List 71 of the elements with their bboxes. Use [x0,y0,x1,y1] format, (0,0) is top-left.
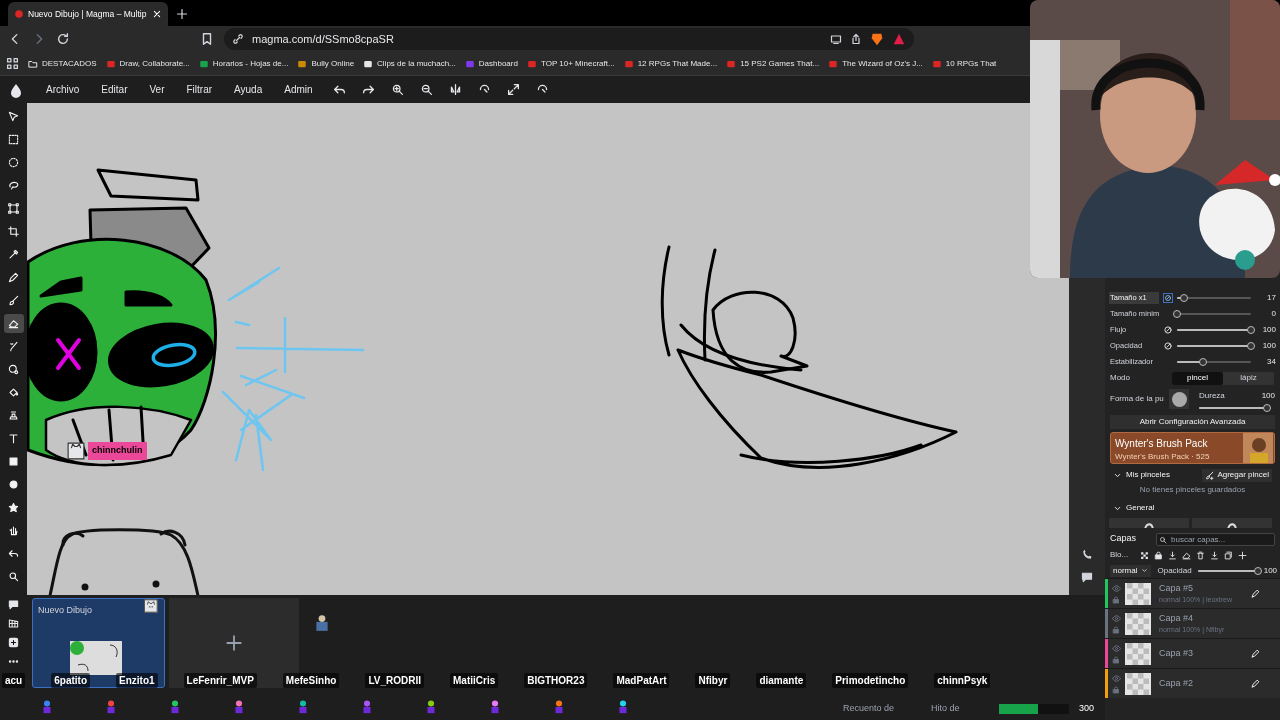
bookmark-link[interactable]: Bully Online [297,57,355,70]
username-label: 6patito [51,673,90,688]
setting-value: 100 [1261,324,1276,336]
setting-label: Dureza [1199,389,1225,402]
panel-title: Capas [1110,532,1137,546]
layer-name: Capa #5 [1159,581,1195,595]
mode-tab[interactable]: pincel [1172,371,1223,385]
status-value: 300 [1079,702,1095,715]
address-field[interactable]: magma.com/d/SSmo8cpaSR [224,28,914,50]
bookmark-link[interactable]: 15 PS2 Games That... [726,57,820,70]
menu-item[interactable]: Ver [141,80,173,99]
promo-title: Wynter's Brush Pack [1115,437,1209,451]
bookmark-link[interactable]: TOP 10+ Minecraft... [526,57,615,70]
username-label: Nfibyr [695,673,731,688]
username-label: LeFenrir_MVP [183,673,257,688]
browser-tab[interactable]: Nuevo Dibujo | Magma – Multip [8,2,168,26]
mode-tab[interactable]: lápiz [1223,371,1274,385]
setting-value: 17 [1266,292,1276,304]
cursor-label: chinnchulin [88,442,147,460]
promo-banner[interactable]: Wynter's Brush Pack Wynter's Brush Pack · 525 [1110,432,1275,464]
status-label: Hito de [931,702,961,715]
empty-message: No tienes pinceles guardados [1138,484,1247,496]
menu-item[interactable]: Archivo [38,80,88,99]
setting-value: 34 [1266,356,1276,368]
menu-item[interactable]: Editar [93,80,136,99]
layer-name: Capa #2 [1159,676,1195,690]
layer-row[interactable]: Capa #2 [1105,668,1280,698]
menu-item[interactable]: Ayuda [226,80,271,99]
username-label: BIGTHOR23 [524,673,588,688]
bookmark-link[interactable]: Dashboard [464,57,518,70]
username-label: MatiiCris [450,673,499,688]
setting-label: Forma de la pu [1110,393,1165,405]
opacity-label: Opacidad [1157,564,1192,577]
bookmark-link[interactable]: Draw, Collaborate... [105,57,190,70]
promo-subtitle: Wynter's Brush Pack · 525 [1115,451,1211,463]
setting-value: 0 [1270,308,1276,320]
bookmark-link[interactable]: DESTACADOS [28,57,97,70]
blend-label: Blo... [1110,549,1130,561]
section-toggle[interactable]: General [1113,502,1155,514]
layer-name: Capa #3 [1159,646,1195,660]
setting-value: 100 [1261,340,1276,352]
username-label: Primodetincho [832,673,909,688]
menu-item[interactable]: Filtrar [178,80,221,99]
bookmark-link[interactable]: Clips de la muchach... [363,57,456,70]
setting-label: Modo [1110,372,1131,384]
bookmark-link[interactable]: 12 RPGs That Made... [623,57,718,70]
username-label: chinnPsyk [934,673,991,688]
menu-item[interactable]: Admin [276,80,321,99]
username-label: MadPatArt [613,673,670,688]
blend-mode-dropdown[interactable]: normal [1110,564,1152,577]
advanced-settings-button[interactable]: Abrir Configuración Avanzada [1110,415,1275,429]
file-title: Nuevo Dibujo [38,604,93,617]
section-toggle[interactable]: Mis pinceles [1113,469,1170,481]
bookmark-link[interactable]: Horarios - Hojas de... [198,57,289,70]
tab-title: Nuevo Dibujo | Magma – Multip [28,7,148,21]
bookmark-link[interactable]: 10 RPGs That [931,57,997,70]
add-brush-button[interactable]: Agregar pincel [1202,468,1272,482]
setting-value: 100 [1261,389,1275,402]
status-label: Recuento de [843,702,896,715]
bookmark-link[interactable]: The Wizard of Oz's J... [828,57,923,70]
username-label: acu [2,673,26,688]
layer-row[interactable]: Capa #3 [1105,638,1280,668]
canvas[interactable]: chinnchulin [27,103,1069,595]
search-field[interactable]: buscar capas... [1156,532,1275,546]
username-label: Enzito1 [116,673,158,688]
username-label: diamante [756,673,807,688]
opacity-value: 100 [1263,564,1278,577]
url-text: magma.com/d/SSmo8cpaSR [252,31,395,47]
username-label: MefeSinho [282,673,340,688]
layer-name: Capa #4 [1159,611,1195,625]
username-label: LV_RODRII [365,673,424,688]
